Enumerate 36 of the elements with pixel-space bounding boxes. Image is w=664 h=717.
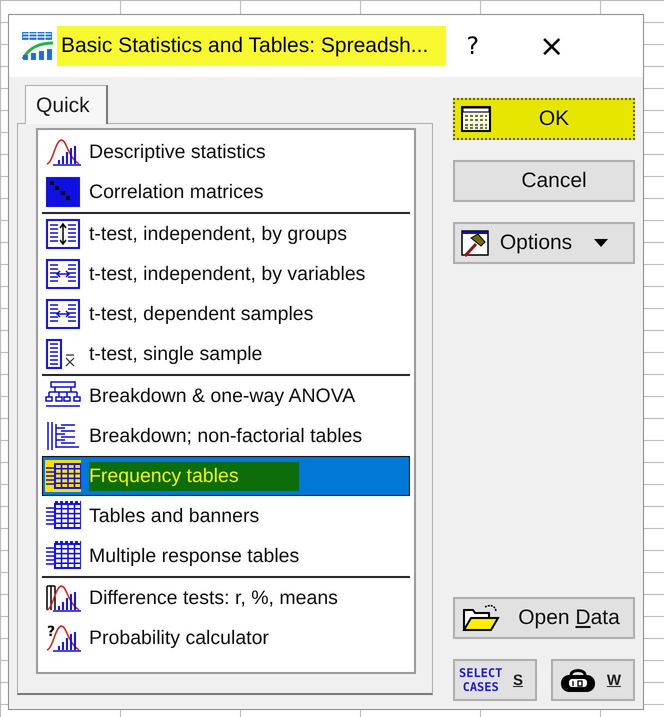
list-item[interactable]: t-test, independent, by variables <box>42 254 410 294</box>
list-item[interactable]: t-test, single sample <box>42 334 410 374</box>
list-item[interactable]: Tables and banners <box>42 496 410 536</box>
table-arrows-icon <box>45 218 81 250</box>
list-item[interactable]: t-test, dependent samples <box>42 294 410 334</box>
ok-button[interactable]: OK <box>453 98 635 140</box>
table-arrows-icon <box>45 258 81 290</box>
list-item[interactable]: Correlation matrices <box>42 172 410 212</box>
table-grid-icon <box>45 540 81 572</box>
options-button[interactable]: Options <box>453 222 635 264</box>
close-button[interactable]: × <box>529 24 574 68</box>
folder-icon <box>461 602 501 634</box>
list-item[interactable]: t-test, independent, by groups <box>42 214 410 254</box>
list-item[interactable]: ? Probability calculator <box>42 618 410 658</box>
list-item[interactable]: Multiple response tables <box>42 536 410 576</box>
tab[interactable]: Quick <box>25 85 108 124</box>
list-item[interactable]: Breakdown & one-way ANOVA <box>42 376 410 416</box>
table-grid-icon <box>45 460 81 492</box>
matrix-grid-icon <box>45 176 81 208</box>
hammer-icon <box>461 230 491 257</box>
weight-button[interactable]: W <box>551 659 635 701</box>
table-grid-icon <box>45 500 81 532</box>
app-logo-icon <box>21 31 55 61</box>
window-title: Basic Statistics and Tables: Spreadsh... <box>57 26 446 66</box>
weight-icon <box>559 667 597 693</box>
help-button[interactable]: ? <box>456 28 490 64</box>
list-item[interactable]: Descriptive statistics <box>42 132 410 172</box>
table-arrows-icon <box>45 298 81 330</box>
list-item[interactable]: Breakdown; non-factorial tables <box>42 416 410 456</box>
caret-icon <box>594 239 608 247</box>
bracket-diagram-icon <box>45 420 81 452</box>
open-data-button[interactable]: Open Data <box>453 597 635 639</box>
list-item[interactable]: Difference tests: r, %, means <box>42 578 410 618</box>
cancel-button[interactable]: Cancel <box>453 160 635 202</box>
list-item[interactable]: Frequency tables <box>42 456 410 496</box>
table-icon <box>461 106 491 133</box>
